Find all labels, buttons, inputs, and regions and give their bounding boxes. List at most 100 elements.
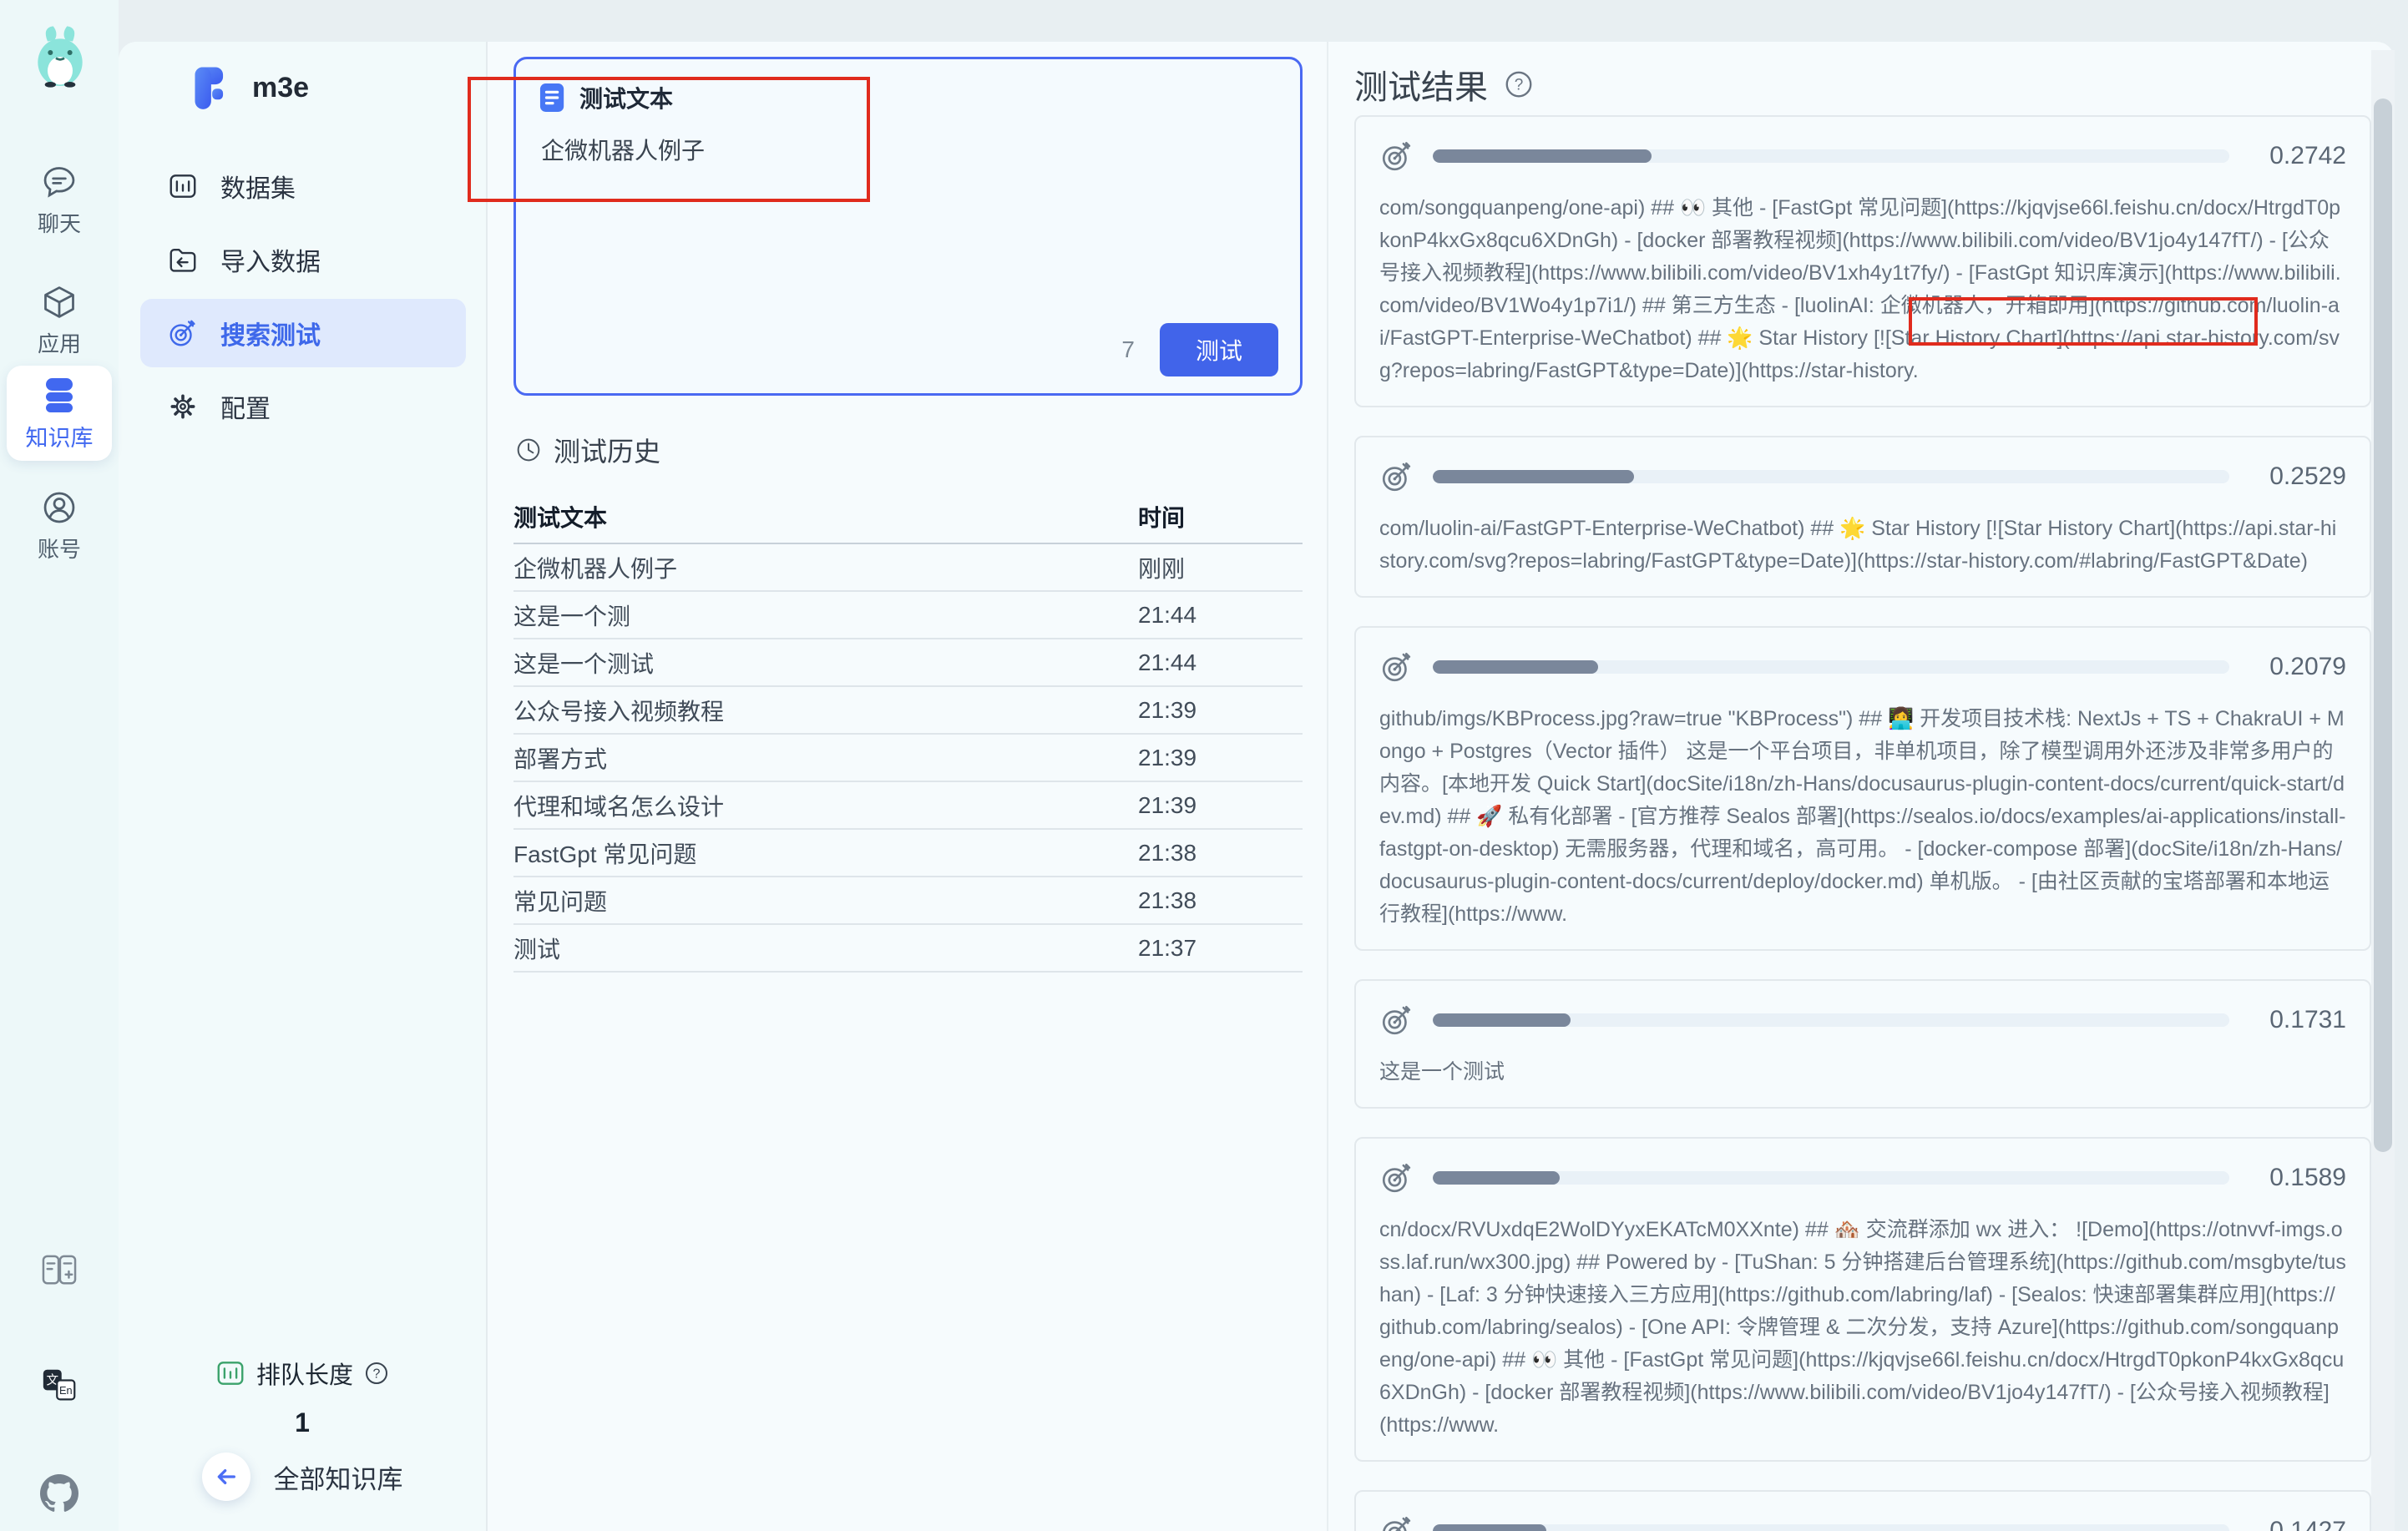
queue-chart-icon bbox=[215, 1357, 246, 1389]
fastgpt-logo-icon bbox=[182, 62, 234, 114]
run-test-button[interactable]: 测试 bbox=[1160, 323, 1278, 376]
test-text-input[interactable]: 企微机器人例子 bbox=[541, 133, 705, 166]
target-dart-icon bbox=[1379, 139, 1414, 174]
question-icon[interactable]: ? bbox=[1503, 68, 1535, 100]
result-card-header: 0.2742 bbox=[1379, 139, 2346, 174]
menu-item-label: 配置 bbox=[220, 388, 271, 425]
gear-icon bbox=[167, 391, 199, 422]
test-input-panel[interactable]: 测试文本 企微机器人例子 7 测试 bbox=[513, 57, 1303, 396]
docs-book-icon bbox=[40, 1254, 78, 1287]
result-card: 0.2742 com/songquanpeng/one-api) ## 👀 其他… bbox=[1354, 115, 2371, 407]
result-card: 0.1731 这是一个测试 bbox=[1354, 979, 2371, 1109]
rail-item-apps[interactable]: 应用 bbox=[0, 284, 119, 358]
history-row[interactable]: 常见问题 21:38 bbox=[513, 877, 1303, 925]
database-icon bbox=[39, 375, 79, 415]
history-row[interactable]: 代理和域名怎么设计 21:39 bbox=[513, 782, 1303, 830]
history-row-time: 21:44 bbox=[1138, 602, 1303, 629]
kb-sidebar: m3e 数据集 导入数据 bbox=[119, 42, 488, 1531]
import-folder-icon bbox=[167, 244, 199, 275]
score-value: 0.1731 bbox=[2248, 1006, 2346, 1034]
menu-item-dataset[interactable]: 数据集 bbox=[140, 152, 466, 220]
menu-item-search-test[interactable]: 搜索测试 bbox=[140, 299, 466, 367]
result-card: 0.2529 com/luolin-ai/FastGPT-Enterprise-… bbox=[1354, 436, 2371, 598]
github-button[interactable] bbox=[0, 1474, 119, 1513]
history-table: 测试文本 时间 企微机器人例子 刚刚 这是一个测 21:44 bbox=[513, 491, 1303, 973]
question-icon[interactable]: ? bbox=[363, 1360, 390, 1387]
github-icon bbox=[40, 1474, 78, 1513]
queue-length-value: 1 bbox=[119, 1407, 486, 1438]
queue-length-label: 排队长度 bbox=[256, 1356, 353, 1391]
menu-item-label: 导入数据 bbox=[220, 241, 321, 278]
target-dart-icon bbox=[167, 317, 199, 349]
history-title-row: 测试历史 bbox=[515, 431, 660, 469]
result-chunk-text: com/songquanpeng/one-api) ## 👀 其他 - [Fas… bbox=[1379, 192, 2346, 387]
result-card: 0.1427 io/docs/examples/ai-applications/… bbox=[1354, 1490, 2371, 1531]
test-input-header: 测试文本 bbox=[539, 81, 673, 114]
rail-item-account[interactable]: 账号 bbox=[0, 489, 119, 563]
target-dart-icon bbox=[1379, 649, 1414, 685]
back-button[interactable] bbox=[202, 1453, 250, 1501]
document-icon bbox=[539, 82, 566, 114]
history-row[interactable]: 企微机器人例子 刚刚 bbox=[513, 544, 1303, 592]
score-bar-track bbox=[1433, 1171, 2229, 1185]
target-dart-icon bbox=[1379, 1003, 1414, 1038]
result-card-header: 0.1731 bbox=[1379, 1003, 2346, 1038]
history-row-time: 21:38 bbox=[1138, 887, 1303, 914]
svg-text:?: ? bbox=[1515, 76, 1524, 93]
history-row-time: 21:39 bbox=[1138, 745, 1303, 771]
history-row-text: 这是一个测试 bbox=[513, 646, 1138, 680]
back-to-kb-list[interactable]: 全部知识库 bbox=[119, 1453, 486, 1501]
history-row-text: 公众号接入视频教程 bbox=[513, 694, 1138, 727]
result-chunk-text: 这是一个测试 bbox=[1379, 1056, 2346, 1089]
history-row[interactable]: 测试 21:37 bbox=[513, 925, 1303, 973]
score-bar-track bbox=[1433, 149, 2229, 163]
user-avatar[interactable] bbox=[27, 23, 94, 90]
result-card-header: 0.1589 bbox=[1379, 1160, 2346, 1195]
svg-text:?: ? bbox=[373, 1367, 381, 1381]
history-row[interactable]: 这是一个测试 21:44 bbox=[513, 639, 1303, 687]
history-row-text: 企微机器人例子 bbox=[513, 551, 1138, 584]
rail-item-chat[interactable]: 聊天 bbox=[0, 164, 119, 238]
score-value: 0.1589 bbox=[2248, 1164, 2346, 1192]
results-title-row: 测试结果 ? bbox=[1354, 60, 1535, 109]
history-row-text: 这是一个测 bbox=[513, 599, 1138, 632]
history-row[interactable]: FastGpt 常见问题 21:38 bbox=[513, 830, 1303, 877]
result-card: 0.1589 cn/docx/RVUxdqE2WolDYyxEKATcM0XXn… bbox=[1354, 1137, 2371, 1462]
result-card: 0.2079 github/imgs/KBProcess.jpg?raw=tru… bbox=[1354, 626, 2371, 951]
menu-item-config[interactable]: 配置 bbox=[140, 372, 466, 441]
arrow-left-icon bbox=[213, 1463, 240, 1490]
menu-item-label: 搜索测试 bbox=[220, 315, 321, 351]
history-row[interactable]: 这是一个测 21:44 bbox=[513, 592, 1303, 639]
history-row[interactable]: 公众号接入视频教程 21:39 bbox=[513, 687, 1303, 735]
scrollbar-track[interactable] bbox=[2371, 50, 2395, 1531]
nav-rail: 聊天 应用 知识库 账号 bbox=[0, 0, 119, 1531]
rail-item-label: 账号 bbox=[38, 533, 81, 563]
test-input-footer: 7 测试 bbox=[1121, 323, 1278, 376]
language-toggle-button[interactable]: 文 En bbox=[0, 1367, 119, 1402]
history-row-time: 21:37 bbox=[1138, 935, 1303, 962]
score-bar-fill bbox=[1433, 1524, 1546, 1531]
score-bar-fill bbox=[1433, 1171, 1560, 1185]
score-bar-fill bbox=[1433, 149, 1652, 163]
menu-item-import-data[interactable]: 导入数据 bbox=[140, 225, 466, 294]
result-card-header: 0.2079 bbox=[1379, 649, 2346, 685]
target-dart-icon bbox=[1379, 1513, 1414, 1531]
result-chunk-text: com/luolin-ai/FastGPT-Enterprise-WeChatb… bbox=[1379, 513, 2346, 578]
target-dart-icon bbox=[1379, 459, 1414, 494]
kb-title: m3e bbox=[252, 72, 309, 104]
rail-item-label: 聊天 bbox=[38, 207, 81, 238]
main-panel: m3e 数据集 导入数据 bbox=[119, 42, 2395, 1531]
clock-icon bbox=[515, 437, 542, 463]
rail-item-knowledge-base[interactable]: 知识库 bbox=[7, 366, 112, 461]
history-row-time: 21:44 bbox=[1138, 649, 1303, 676]
result-chunk-text: cn/docx/RVUxdqE2WolDYyxEKATcM0XXnte) ## … bbox=[1379, 1214, 2346, 1442]
score-bar-track bbox=[1433, 1524, 2229, 1531]
scrollbar-thumb[interactable] bbox=[2374, 99, 2392, 1152]
score-value: 0.2529 bbox=[2248, 462, 2346, 491]
mascot-icon bbox=[27, 23, 94, 90]
dataset-icon bbox=[167, 170, 199, 202]
kb-header: m3e bbox=[182, 60, 309, 115]
docs-button[interactable] bbox=[0, 1254, 119, 1287]
history-row[interactable]: 部署方式 21:39 bbox=[513, 735, 1303, 782]
score-value: 0.2079 bbox=[2248, 653, 2346, 681]
